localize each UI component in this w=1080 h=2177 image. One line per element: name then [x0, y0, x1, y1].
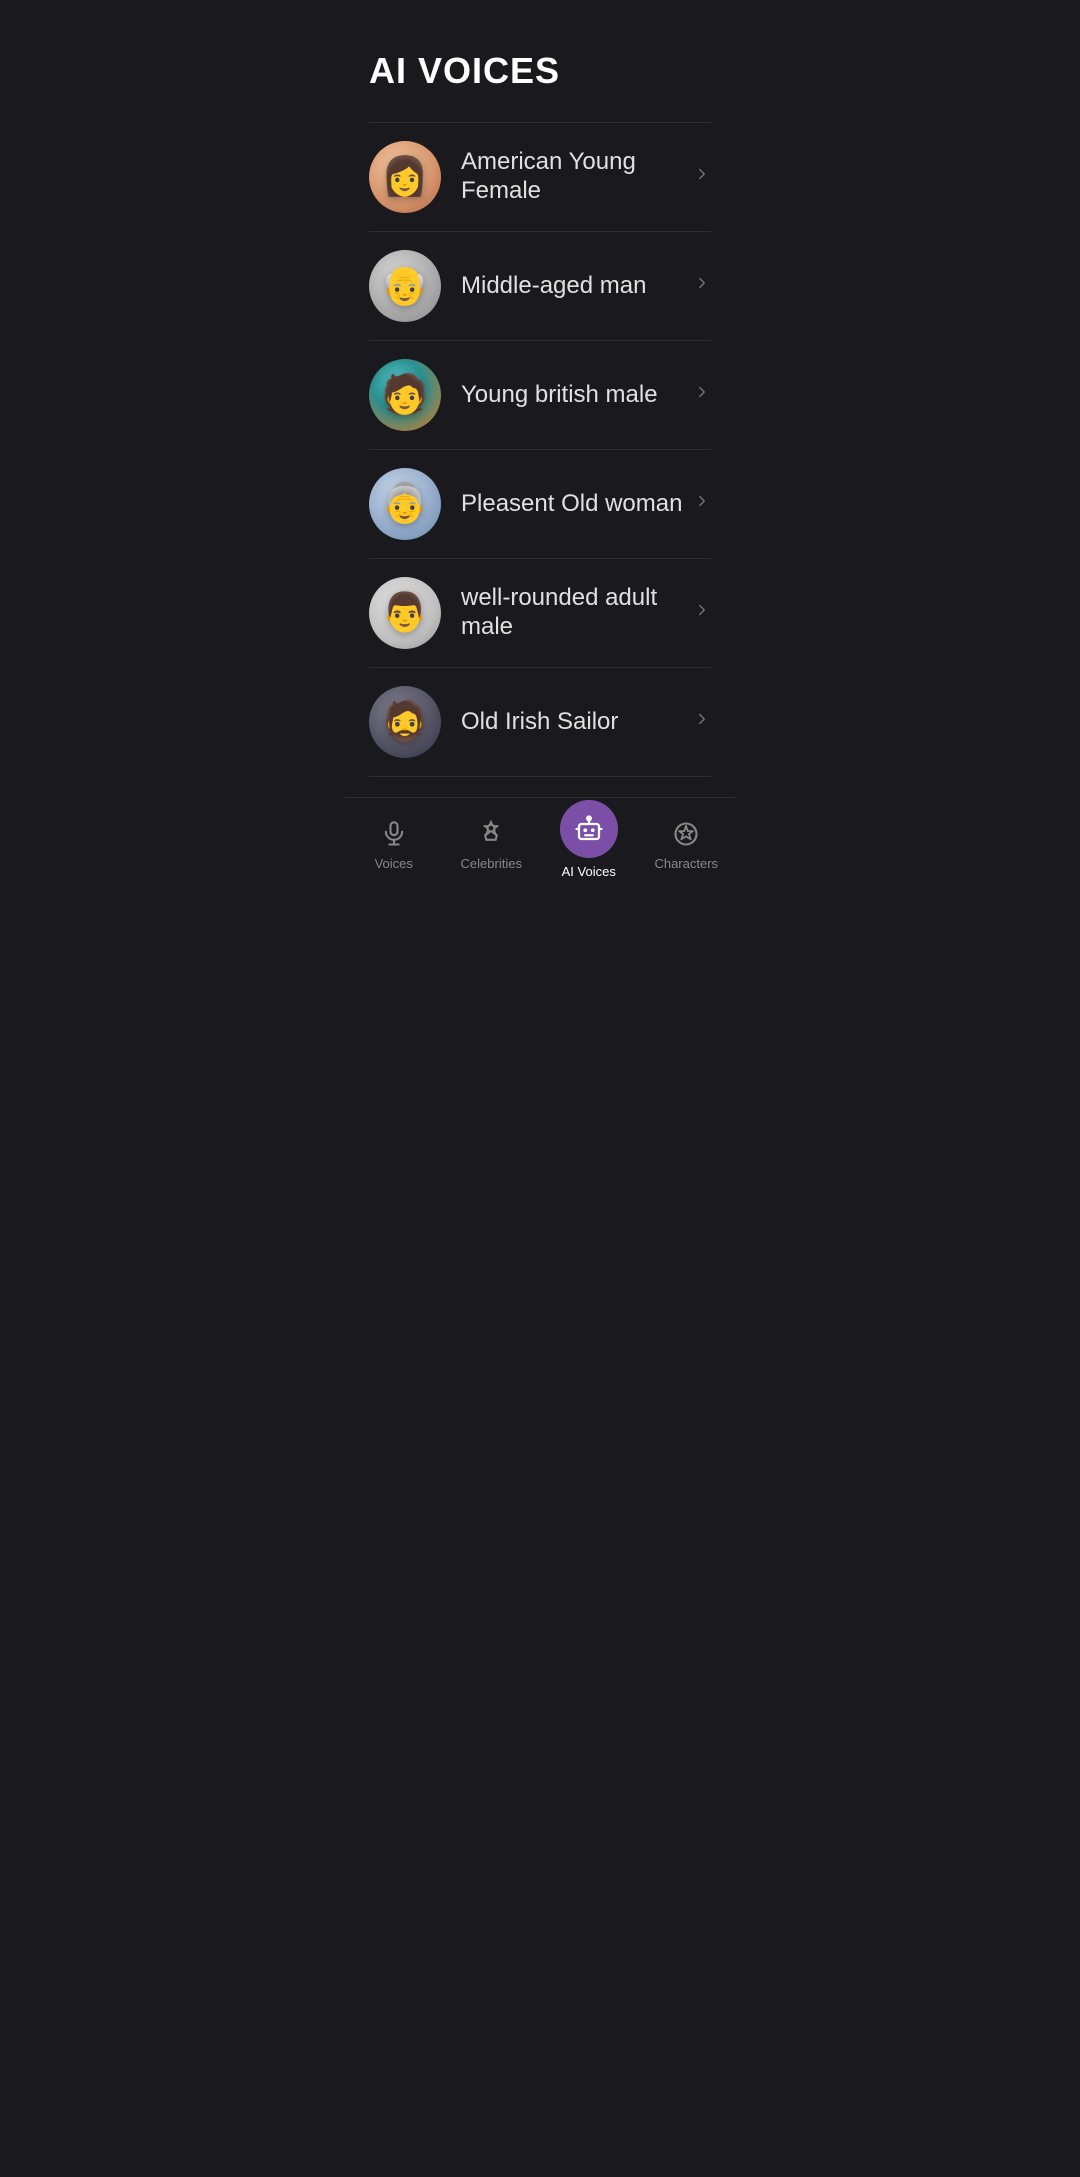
- chevron-right-icon-3: [693, 383, 711, 407]
- characters-icon: [672, 820, 700, 848]
- nav-label-voices: Voices: [375, 856, 413, 871]
- voice-item-3[interactable]: 🧑 Young british male: [369, 341, 711, 450]
- star-person-icon: [477, 820, 505, 848]
- voice-name-2: Middle-aged man: [461, 272, 683, 301]
- voice-name-1: American Young Female: [461, 148, 683, 206]
- nav-label-ai-voices: AI Voices: [562, 864, 616, 879]
- nav-item-ai-voices[interactable]: AI Voices: [540, 810, 638, 879]
- chevron-right-icon-4: [693, 492, 711, 516]
- voice-avatar-6: 🧔: [369, 686, 441, 758]
- voice-list: 👩 American Young Female 👴 Middle-aged ma…: [369, 122, 711, 777]
- voice-name-3: Young british male: [461, 381, 683, 410]
- voice-item-4[interactable]: 👵 Pleasent Old woman: [369, 450, 711, 559]
- nav-label-celebrities: Celebrities: [461, 856, 522, 871]
- voice-name-4: Pleasent Old woman: [461, 490, 683, 519]
- page-title: AI VOICES: [369, 50, 711, 92]
- nav-item-celebrities[interactable]: Celebrities: [443, 818, 541, 871]
- chevron-right-icon-1: [693, 165, 711, 189]
- voice-avatar-1: 👩: [369, 141, 441, 213]
- voices-icon-wrap: [378, 818, 410, 850]
- voice-avatar-4: 👵: [369, 468, 441, 540]
- microphone-icon: [380, 820, 408, 848]
- voice-item-2[interactable]: 👴 Middle-aged man: [369, 232, 711, 341]
- voice-avatar-5: 👨: [369, 577, 441, 649]
- bottom-nav: Voices Celebrities: [345, 797, 735, 899]
- voice-name-6: Old Irish Sailor: [461, 708, 683, 737]
- voice-item-5[interactable]: 👨 well-rounded adult male: [369, 559, 711, 668]
- page-container: AI VOICES 👩 American Young Female 👴 Midd…: [345, 0, 735, 899]
- voice-avatar-3: 🧑: [369, 359, 441, 431]
- chevron-right-icon-2: [693, 274, 711, 298]
- nav-label-characters: Characters: [654, 856, 718, 871]
- main-content: AI VOICES 👩 American Young Female 👴 Midd…: [345, 0, 735, 797]
- voice-avatar-2: 👴: [369, 250, 441, 322]
- nav-item-voices[interactable]: Voices: [345, 818, 443, 871]
- celebrities-icon-wrap: [475, 818, 507, 850]
- chevron-right-icon-5: [693, 601, 711, 625]
- nav-item-characters[interactable]: Characters: [638, 818, 736, 871]
- robot-icon: [574, 814, 604, 844]
- voice-name-5: well-rounded adult male: [461, 584, 683, 642]
- ai-voices-icon-wrap: [560, 800, 618, 858]
- voice-item-1[interactable]: 👩 American Young Female: [369, 122, 711, 232]
- chevron-right-icon-6: [693, 710, 711, 734]
- voice-item-6[interactable]: 🧔 Old Irish Sailor: [369, 668, 711, 777]
- characters-icon-wrap: [670, 818, 702, 850]
